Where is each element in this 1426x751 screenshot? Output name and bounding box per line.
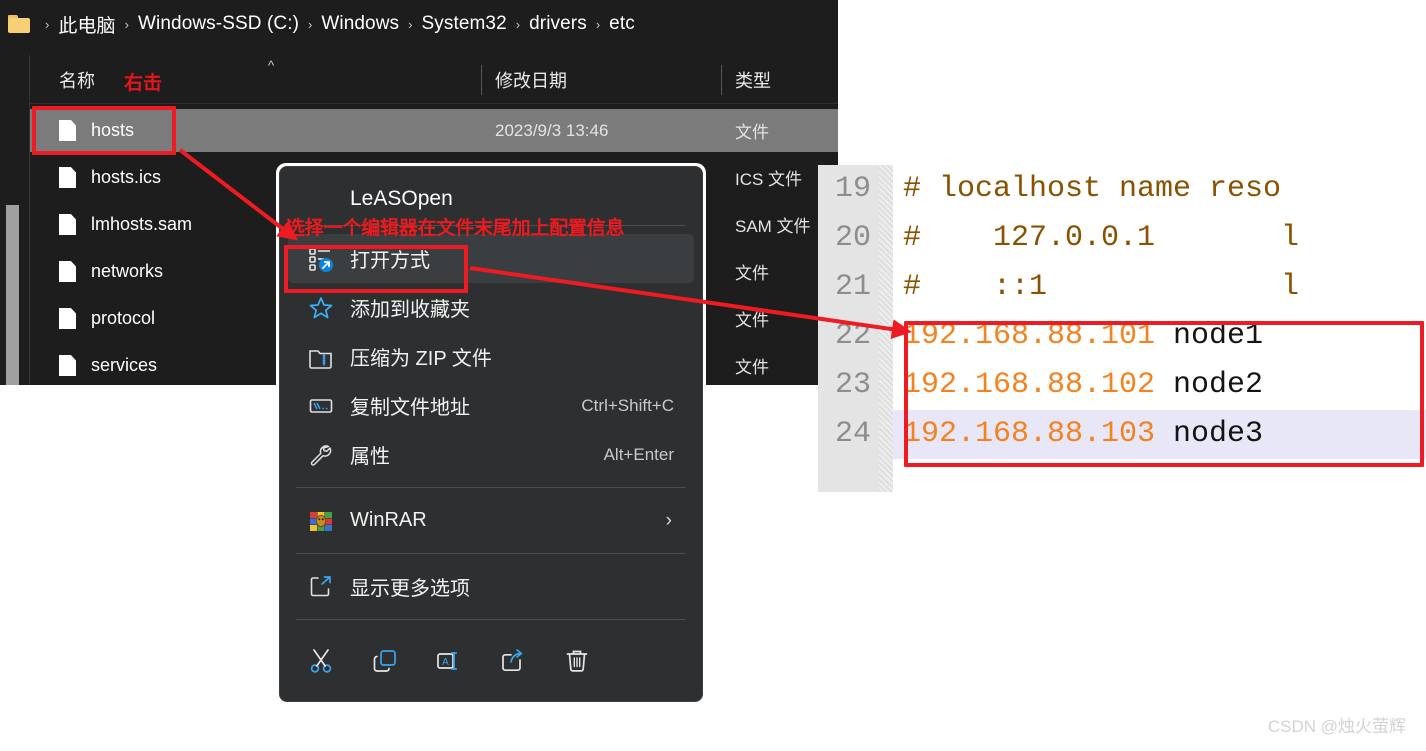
menu-divider	[296, 619, 686, 620]
menu-divider	[296, 487, 686, 488]
scrollbar-thumb[interactable]	[6, 205, 19, 385]
annotation-right-click-label: 右击	[124, 73, 163, 94]
file-name: lmhosts.sam	[91, 214, 193, 234]
code-line: 192.168.88.101 node1	[893, 312, 1426, 361]
host-entry-ip: 192.168.88.103	[903, 417, 1156, 451]
menu-item-label: WinRAR	[350, 509, 427, 531]
menu-item-copy-file-path[interactable]: 复制文件地址 Ctrl+Shift+C	[288, 381, 694, 430]
menu-item-compress-zip[interactable]: 压缩为 ZIP 文件	[288, 332, 694, 381]
breadcrumb-separator: ›	[515, 16, 521, 32]
file-icon	[59, 120, 76, 141]
menu-item-label: 压缩为 ZIP 文件	[350, 348, 492, 370]
file-type: 文件	[735, 358, 769, 377]
share-icon[interactable]	[498, 646, 528, 676]
code-line: # ::1 l	[903, 270, 1300, 304]
menu-item-winrar[interactable]: WinRAR ›	[288, 496, 694, 545]
breadcrumb-separator: ›	[308, 16, 313, 32]
file-icon	[59, 355, 76, 376]
delete-icon[interactable]	[562, 646, 592, 676]
menu-divider	[296, 553, 686, 554]
chevron-right-icon: ›	[665, 509, 672, 531]
menu-item-shortcut: Alt+Enter	[603, 444, 674, 464]
text-cursor	[1422, 416, 1424, 454]
code-line: 192.168.88.102 node2	[893, 361, 1426, 410]
line-number-gutter: 19 20 21 22 23 24	[818, 165, 893, 492]
menu-item-shortcut: Ctrl+Shift+C	[581, 395, 674, 415]
host-entry-name: node2	[1155, 368, 1264, 402]
context-menu-title: LeASOpen	[350, 187, 453, 210]
copy-path-icon	[308, 393, 334, 419]
code-line: # localhost name reso	[903, 172, 1282, 206]
cut-icon[interactable]	[306, 646, 336, 676]
host-entry-name: node1	[1155, 319, 1264, 353]
menu-item-label: 添加到收藏夹	[350, 299, 470, 321]
code-editor-panel[interactable]: 19 20 21 22 23 24 # localhost name reso …	[818, 165, 1426, 492]
breadcrumb-item-5[interactable]: etc	[607, 11, 637, 37]
watermark: CSDN @烛火萤辉	[1267, 717, 1406, 736]
winrar-icon	[308, 508, 334, 534]
breadcrumb-separator: ›	[595, 16, 601, 32]
menu-item-label: 显示更多选项	[350, 578, 470, 600]
copy-icon[interactable]	[370, 646, 400, 676]
host-entry-ip: 192.168.88.101	[903, 319, 1156, 353]
column-header-date[interactable]: 修改日期	[481, 56, 567, 104]
file-type: 文件	[735, 123, 769, 142]
code-line: # 127.0.0.1 l	[903, 221, 1300, 255]
file-date: 2023/9/3 13:46	[495, 120, 609, 140]
code-text-area[interactable]: # localhost name reso # 127.0.0.1 l # ::…	[893, 165, 1426, 492]
column-header-name[interactable]: 名称	[59, 56, 95, 104]
breadcrumb-item-1[interactable]: Windows-SSD (C:)	[136, 11, 301, 37]
file-icon	[59, 214, 76, 235]
host-entry-name: node3	[1155, 417, 1264, 451]
file-name: hosts	[91, 120, 135, 140]
menu-item-add-to-favorites[interactable]: 添加到收藏夹	[288, 283, 694, 332]
star-icon	[308, 295, 334, 321]
folder-icon	[8, 15, 30, 33]
breadcrumb-item-2[interactable]: Windows	[319, 11, 401, 37]
file-type: 文件	[735, 311, 769, 330]
menu-item-label: 属性	[350, 446, 390, 468]
menu-item-properties[interactable]: 属性 Alt+Enter	[288, 430, 694, 479]
quick-actions-bar: A	[280, 628, 702, 694]
file-icon	[59, 308, 76, 329]
open-with-icon	[308, 246, 334, 272]
menu-item-label: 打开方式	[350, 250, 430, 272]
gutter-strip	[879, 165, 893, 492]
file-type: SAM 文件	[735, 217, 811, 236]
file-name: services	[91, 355, 158, 375]
table-row[interactable]: hosts 2023/9/3 13:46 文件	[30, 109, 838, 152]
menu-item-open-with[interactable]: 打开方式	[288, 234, 694, 283]
code-line-current: 192.168.88.103 node3	[893, 410, 1426, 459]
context-menu-body: LeASOpen 打开方式 添加到收藏夹 压缩为 ZIP 文件 复制文件地址 C…	[279, 166, 703, 702]
file-name: hosts.ics	[91, 167, 162, 187]
sort-ascending-icon: ^	[268, 58, 275, 73]
file-type: 文件	[735, 264, 769, 283]
file-name: protocol	[91, 308, 156, 328]
wrench-icon	[308, 442, 334, 468]
file-icon	[59, 167, 76, 188]
rename-icon[interactable]: A	[434, 646, 464, 676]
svg-text:A: A	[442, 657, 449, 668]
annotation-menu-hint: 选择一个编辑器在文件末尾加上配置信息	[286, 218, 625, 239]
breadcrumb-separator: ›	[124, 16, 129, 32]
file-type: ICS 文件	[735, 170, 803, 189]
file-name: networks	[91, 261, 164, 281]
menu-item-show-more-options[interactable]: 显示更多选项	[288, 562, 694, 611]
column-header-type[interactable]: 类型	[721, 56, 771, 104]
more-options-icon	[308, 574, 334, 600]
screenshot-root: › 此电脑 › Windows-SSD (C:) › Windows › Sys…	[0, 0, 1426, 751]
menu-item-label: 复制文件地址	[350, 397, 470, 419]
zip-icon	[308, 344, 334, 370]
breadcrumb-item-3[interactable]: System32	[419, 11, 508, 37]
breadcrumb-separator: ›	[408, 16, 413, 32]
host-entry-ip: 192.168.88.102	[903, 368, 1156, 402]
file-icon	[59, 261, 76, 282]
breadcrumb[interactable]: › 此电脑 › Windows-SSD (C:) › Windows › Sys…	[0, 0, 838, 48]
context-menu: LeASOpen 打开方式 添加到收藏夹 压缩为 ZIP 文件 复制文件地址 C…	[276, 163, 706, 705]
breadcrumb-separator: ›	[45, 16, 50, 32]
scrollbar-track[interactable]	[6, 55, 23, 385]
breadcrumb-item-0[interactable]: 此电脑	[56, 9, 117, 40]
breadcrumb-item-4[interactable]: drivers	[527, 11, 589, 37]
